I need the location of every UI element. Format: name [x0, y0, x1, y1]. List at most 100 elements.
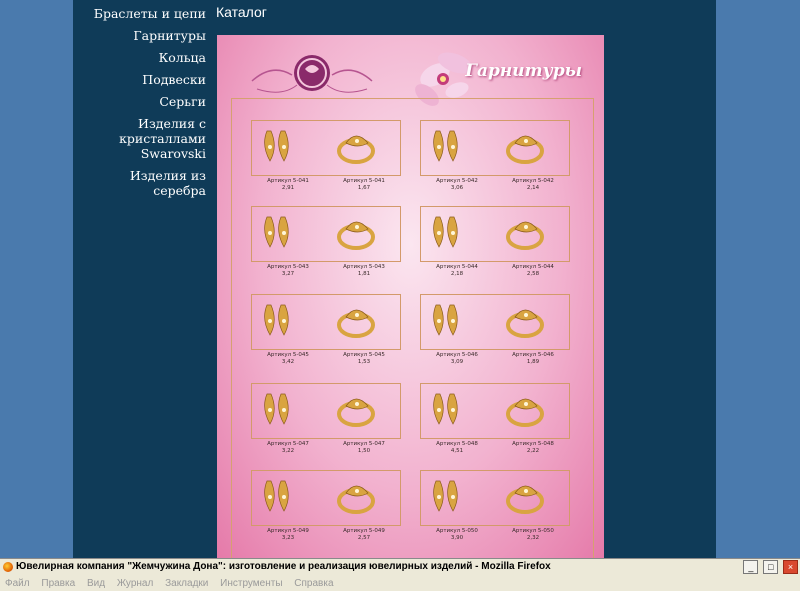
- price-label: 3,42: [281, 359, 295, 365]
- price-label: 2,32: [526, 535, 540, 541]
- article-label: Артикул 5-043: [267, 264, 309, 270]
- article-label: Артикул 5-047: [343, 441, 385, 447]
- menu-bookmarks[interactable]: Закладки: [165, 576, 208, 591]
- browser-menubar: Файл Правка Вид Журнал Закладки Инструме…: [0, 576, 800, 591]
- ring-image: [506, 221, 544, 250]
- price-label: 3,22: [281, 448, 295, 454]
- earring-caption: Артикул 5-049 3,23: [253, 528, 323, 542]
- price-label: 4,51: [450, 448, 464, 454]
- price-label: 3,27: [281, 271, 295, 277]
- article-label: Артикул 5-041: [267, 178, 309, 184]
- earring-image: [264, 216, 289, 248]
- article-label: Артикул 5-043: [343, 264, 385, 270]
- price-label: 3,06: [450, 185, 464, 191]
- price-label: 1,67: [357, 185, 371, 191]
- firefox-icon: [3, 562, 13, 572]
- page-background-left: [0, 0, 73, 558]
- article-label: Артикул 5-050: [512, 528, 554, 534]
- price-label: 1,89: [526, 359, 540, 365]
- earring-caption: Артикул 5-045 3,42: [253, 352, 323, 366]
- article-label: Артикул 5-048: [436, 441, 478, 447]
- article-label: Артикул 5-050: [436, 528, 478, 534]
- menu-file[interactable]: Файл: [5, 576, 30, 591]
- ring-image: [337, 485, 375, 514]
- earring-caption: Артикул 5-050 3,90: [422, 528, 492, 542]
- price-label: 3,90: [450, 535, 464, 541]
- price-label: 2,91: [281, 185, 295, 191]
- catalog-sidebar: Браслеты и цепи Гарнитуры Кольца Подвеск…: [80, 6, 206, 205]
- ring-caption: Артикул 5-042 2,14: [498, 178, 568, 192]
- earring-caption: Артикул 5-046 3,09: [422, 352, 492, 366]
- earring-caption: Артикул 5-043 3,27: [253, 264, 323, 278]
- menu-tools[interactable]: Инструменты: [220, 576, 282, 591]
- price-label: 2,57: [357, 535, 371, 541]
- earring-caption: Артикул 5-041 2,91: [253, 178, 323, 192]
- sidebar-item-earrings[interactable]: Серьги: [80, 94, 206, 109]
- sidebar-item-silver[interactable]: Изделия из серебра: [80, 168, 206, 198]
- article-label: Артикул 5-042: [512, 178, 554, 184]
- earring-image: [264, 130, 289, 162]
- price-label: 1,81: [357, 271, 371, 277]
- sidebar-item-pendants[interactable]: Подвески: [80, 72, 206, 87]
- sidebar-item-sets[interactable]: Гарнитуры: [80, 28, 206, 43]
- article-label: Артикул 5-049: [343, 528, 385, 534]
- price-label: 2,14: [526, 185, 540, 191]
- sidebar-item-rings[interactable]: Кольца: [80, 50, 206, 65]
- ring-caption: Артикул 5-047 1,50: [329, 441, 399, 455]
- article-label: Артикул 5-044: [512, 264, 554, 270]
- price-label: 1,53: [357, 359, 371, 365]
- price-label: 2,18: [450, 271, 464, 277]
- section-title: Гарнитуры: [465, 61, 582, 81]
- ring-caption: Артикул 5-049 2,57: [329, 528, 399, 542]
- earring-image: [433, 480, 458, 512]
- ring-image: [337, 221, 375, 250]
- ring-caption: Артикул 5-041 1,67: [329, 178, 399, 192]
- ring-image: [506, 135, 544, 164]
- ring-caption: Артикул 5-045 1,53: [329, 352, 399, 366]
- earring-caption: Артикул 5-042 3,06: [422, 178, 492, 192]
- window-title-bar: Ювелирная компания "Жемчужина Дона": изг…: [0, 558, 800, 576]
- article-label: Артикул 5-042: [436, 178, 478, 184]
- earring-image: [264, 304, 289, 336]
- page-background-right: [716, 0, 800, 558]
- article-label: Артикул 5-045: [267, 352, 309, 358]
- ring-caption: Артикул 5-044 2,58: [498, 264, 568, 278]
- sidebar-item-label: кристаллами: [119, 131, 206, 146]
- ring-image: [506, 398, 544, 427]
- catalog-page-image: Гарнитуры Артикул 5-041 2,91 Артикул 5-041…: [217, 35, 604, 558]
- sidebar-item-bracelets[interactable]: Браслеты и цепи: [80, 6, 206, 21]
- menu-view[interactable]: Вид: [87, 576, 105, 591]
- menu-help[interactable]: Справка: [294, 576, 333, 591]
- sidebar-item-label: Изделия с: [138, 116, 206, 131]
- minimize-button[interactable]: _: [743, 560, 759, 574]
- article-label: Артикул 5-044: [436, 264, 478, 270]
- earring-image: [433, 216, 458, 248]
- window-controls: _ □ ×: [741, 560, 798, 574]
- article-label: Артикул 5-045: [343, 352, 385, 358]
- article-label: Артикул 5-047: [267, 441, 309, 447]
- earring-caption: Артикул 5-048 4,51: [422, 441, 492, 455]
- price-label: 2,58: [526, 271, 540, 277]
- earring-image: [433, 393, 458, 425]
- maximize-button[interactable]: □: [763, 560, 779, 574]
- article-label: Артикул 5-048: [512, 441, 554, 447]
- article-label: Артикул 5-041: [343, 178, 385, 184]
- earring-image: [264, 480, 289, 512]
- ring-caption: Артикул 5-046 1,89: [498, 352, 568, 366]
- ring-caption: Артикул 5-043 1,81: [329, 264, 399, 278]
- price-label: 3,09: [450, 359, 464, 365]
- sidebar-item-label: Swarovski: [140, 146, 206, 161]
- earring-image: [264, 393, 289, 425]
- ring-image: [506, 485, 544, 514]
- window-title: Ювелирная компания "Жемчужина Дона": изг…: [16, 561, 551, 572]
- sidebar-item-swarovski[interactable]: Изделия с кристаллами Swarovski: [80, 116, 206, 161]
- article-label: Артикул 5-046: [436, 352, 478, 358]
- price-label: 1,50: [357, 448, 371, 454]
- article-label: Артикул 5-046: [512, 352, 554, 358]
- earring-image: [433, 304, 458, 336]
- ring-image: [337, 398, 375, 427]
- logo-ornament: [251, 55, 373, 93]
- menu-history[interactable]: Журнал: [117, 576, 154, 591]
- menu-edit[interactable]: Правка: [41, 576, 75, 591]
- close-button[interactable]: ×: [783, 560, 798, 574]
